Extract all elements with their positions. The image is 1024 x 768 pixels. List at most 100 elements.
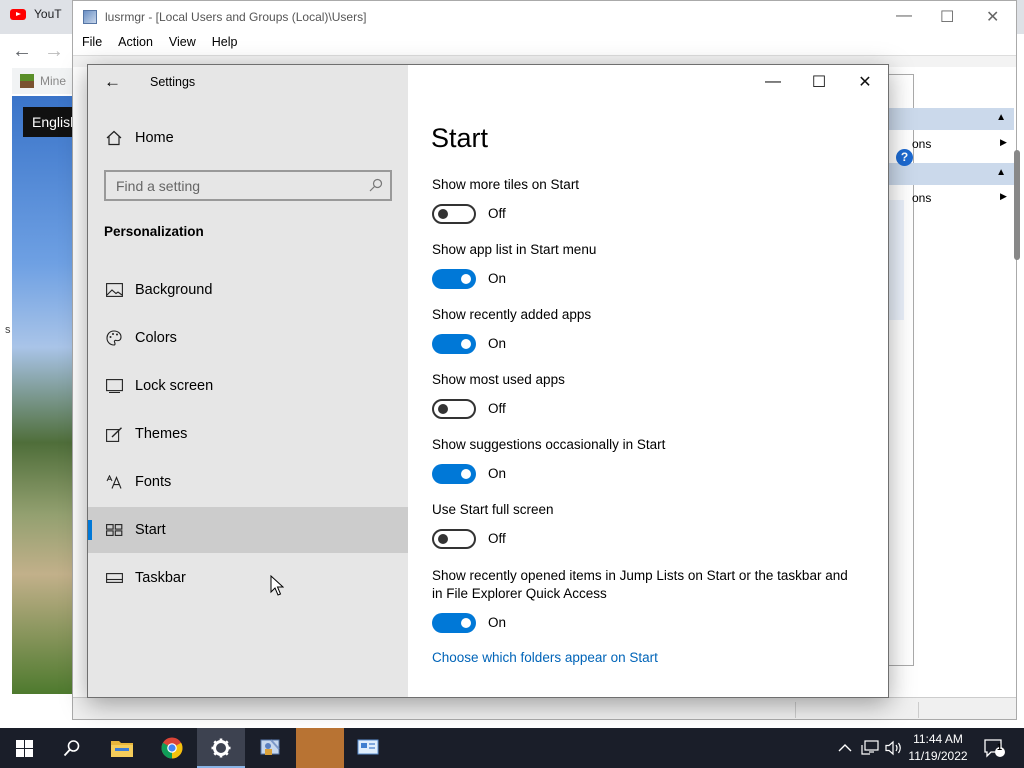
- lusrmgr-maximize-icon[interactable]: ☐: [940, 7, 954, 27]
- language-chip[interactable]: English: [23, 107, 78, 137]
- image-icon: [104, 282, 124, 298]
- actions-item[interactable]: ons ▶: [912, 191, 1007, 205]
- taskbar-clock[interactable]: 11:44 AM 11/19/2022: [906, 731, 970, 765]
- menu-help[interactable]: Help: [212, 32, 246, 54]
- nav-home[interactable]: Home: [88, 115, 408, 161]
- game-viewport[interactable]: [12, 96, 74, 694]
- show-hidden-icons-icon[interactable]: [838, 728, 852, 768]
- edge-text: s: [5, 324, 11, 336]
- lusrmgr-icon: [260, 739, 280, 755]
- taskbar-lusrmgr[interactable]: [246, 728, 294, 768]
- toggle-suggestions[interactable]: [432, 464, 476, 484]
- nav-taskbar-label: Taskbar: [135, 570, 186, 586]
- page-title: Start: [431, 123, 489, 153]
- toggle-recently-added[interactable]: [432, 334, 476, 354]
- start-button[interactable]: [0, 728, 48, 768]
- nav-fonts[interactable]: Fonts: [88, 459, 408, 505]
- network-icon[interactable]: [861, 728, 879, 768]
- actions-header[interactable]: ▲: [888, 163, 1014, 185]
- browser-back-icon[interactable]: ←: [12, 40, 32, 63]
- search-icon[interactable]: [369, 178, 383, 195]
- lusrmgr-statusbar: [73, 697, 1016, 719]
- taskbar-icon: [104, 570, 124, 586]
- nav-background[interactable]: Background: [88, 267, 408, 313]
- themes-icon: [104, 426, 124, 442]
- toggle-full-screen[interactable]: [432, 529, 476, 549]
- find-setting-input[interactable]: [116, 177, 356, 194]
- back-arrow-icon[interactable]: ←: [104, 72, 121, 92]
- status-divider: [795, 702, 796, 718]
- toggle-state: Off: [488, 531, 506, 546]
- option-label: Show recently opened items in Jump Lists…: [432, 568, 848, 601]
- nav-lock-screen-label: Lock screen: [135, 378, 214, 394]
- lusrmgr-scrollbar[interactable]: [1014, 150, 1020, 260]
- nav-themes[interactable]: Themes: [88, 411, 408, 457]
- minecraft-tab[interactable]: Mine: [12, 68, 74, 94]
- option-label: Show more tiles on Start: [432, 177, 580, 192]
- toggle-jump-lists[interactable]: [432, 613, 476, 633]
- collapse-up-icon[interactable]: ▲: [996, 167, 1006, 178]
- minecraft-icon: [20, 74, 34, 88]
- settings-app-title: Settings: [150, 75, 196, 89]
- home-icon: [104, 130, 124, 146]
- lusrmgr-app-icon: [83, 9, 97, 24]
- volume-icon[interactable]: [885, 728, 903, 768]
- menu-view[interactable]: View: [169, 32, 204, 54]
- collapse-up-icon[interactable]: ▲: [996, 112, 1006, 123]
- youtube-icon: [10, 8, 26, 20]
- actions-header[interactable]: ▲: [888, 108, 1014, 130]
- settings-close-icon[interactable]: ✕: [842, 69, 888, 95]
- taskbar-minecraft[interactable]: [296, 728, 344, 768]
- nav-home-label: Home: [135, 130, 174, 146]
- nav-taskbar[interactable]: Taskbar: [88, 555, 408, 601]
- toggle-state: On: [488, 466, 507, 481]
- nav-start-label: Start: [135, 522, 166, 538]
- toggle-state: Off: [488, 401, 506, 416]
- settings-gear-icon: [211, 738, 231, 758]
- taskbar-search-button[interactable]: [48, 728, 96, 768]
- help-icon[interactable]: ?: [896, 149, 913, 166]
- option-label: Show suggestions occasionally in Start: [432, 437, 666, 452]
- taskbar: 11:44 AM 11/19/2022 1: [0, 728, 1024, 768]
- minecraft-tab-title: Mine: [40, 74, 67, 88]
- control-panel-icon: [357, 739, 379, 755]
- youtube-tab-title: YouT: [34, 7, 62, 21]
- section-personalization: Personalization: [104, 224, 204, 239]
- submenu-arrow-icon: ▶: [1000, 191, 1007, 201]
- toggle-app-list[interactable]: [432, 269, 476, 289]
- lusrmgr-titlebar: lusrmgr - [Local Users and Groups (Local…: [73, 1, 1016, 32]
- selection-strip: [888, 200, 904, 320]
- taskbar-control-panel[interactable]: [344, 728, 392, 768]
- taskbar-chrome[interactable]: [148, 728, 196, 768]
- lusrmgr-minimize-icon[interactable]: —: [896, 7, 912, 25]
- toggle-state: On: [488, 271, 507, 286]
- youtube-tab[interactable]: YouT: [10, 7, 62, 21]
- browser-forward-icon[interactable]: →: [44, 40, 64, 63]
- nav-background-label: Background: [135, 282, 213, 298]
- submenu-arrow-icon: ▶: [1000, 137, 1007, 147]
- option-label: Show most used apps: [432, 372, 565, 387]
- menu-action[interactable]: Action: [118, 32, 161, 54]
- file-explorer-icon: [111, 741, 133, 757]
- taskbar-settings[interactable]: [197, 728, 245, 768]
- actions-item[interactable]: ons ▶: [912, 137, 1007, 151]
- windows-logo-icon: [15, 739, 33, 757]
- nav-lock-screen[interactable]: Lock screen: [88, 363, 408, 409]
- settings-window: ← Settings Home Personalization Backgrou…: [87, 64, 889, 698]
- menu-file[interactable]: File: [82, 32, 110, 54]
- taskbar-file-explorer[interactable]: [98, 728, 146, 768]
- nav-colors[interactable]: Colors: [88, 315, 408, 361]
- find-setting-box[interactable]: [104, 170, 392, 201]
- notification-center-icon[interactable]: 1: [983, 728, 1005, 768]
- choose-folders-link[interactable]: Choose which folders appear on Start: [432, 650, 658, 665]
- settings-minimize-icon[interactable]: —: [750, 69, 796, 95]
- toggle-more-tiles[interactable]: [432, 204, 476, 224]
- toggle-most-used[interactable]: [432, 399, 476, 419]
- settings-maximize-icon[interactable]: ☐: [796, 69, 842, 95]
- search-icon: [63, 740, 80, 757]
- status-divider: [918, 702, 919, 718]
- clock-time: 11:44 AM: [913, 732, 963, 746]
- nav-colors-label: Colors: [135, 330, 177, 346]
- lusrmgr-close-icon[interactable]: ✕: [986, 7, 999, 27]
- nav-start[interactable]: Start: [88, 507, 408, 553]
